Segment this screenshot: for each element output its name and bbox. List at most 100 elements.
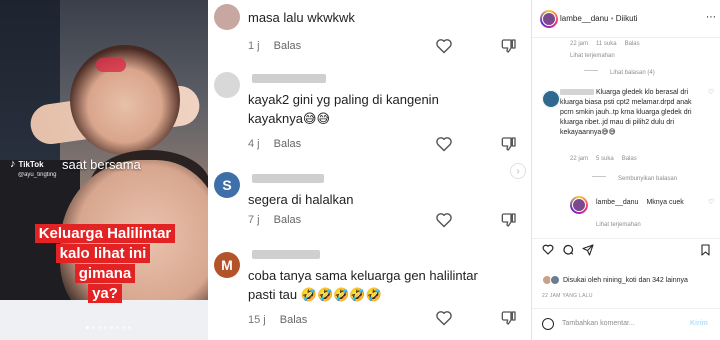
post-timestamp: 22 JAM YANG LALU <box>542 293 593 299</box>
post-account[interactable]: lambe__danu • Diikuti <box>560 14 638 23</box>
reply-button[interactable]: Balas <box>625 41 640 47</box>
comment-body: Kluarga gledek klo berasal dri kluarga b… <box>560 88 700 138</box>
comment-line: kayaknya😅😅 <box>248 111 331 126</box>
carousel-dot[interactable] <box>116 326 119 329</box>
comment-likes[interactable]: 5 suka <box>596 156 614 162</box>
likes-text[interactable]: Disukai oleh nining_koti dan 342 lainnya <box>563 277 688 284</box>
tiktok-logo: ♪ TikTok <box>10 158 44 170</box>
carousel-dots[interactable] <box>86 326 131 329</box>
heart-icon[interactable]: ♡ <box>708 198 714 206</box>
reply-comment: lambe__danu Mknya cuek <box>596 199 684 206</box>
video-caption: saat bersama <box>62 157 141 172</box>
more-options-icon[interactable]: ⋯ <box>706 12 716 23</box>
carousel-dot[interactable] <box>92 326 95 329</box>
avatar[interactable] <box>214 4 240 30</box>
comment-line: coba tanya sama keluarga gen halilintar <box>248 268 478 283</box>
comment-text: coba tanya sama keluarga gen halilintar … <box>248 266 478 304</box>
reply-button[interactable]: Balas <box>274 40 302 52</box>
view-replies-label[interactable]: Lihat balasan (4) <box>610 70 655 76</box>
music-note-icon: ♪ <box>10 158 16 170</box>
avatar <box>550 275 560 285</box>
account-name[interactable]: lambe__danu <box>560 14 608 23</box>
heart-icon[interactable]: ♡ <box>708 88 714 96</box>
comment-meta: 15 j Balas <box>248 314 307 326</box>
like-icon[interactable] <box>542 244 554 255</box>
comment-meta: 7 j Balas <box>248 214 301 226</box>
comment-item: S segera di halalkan 7 j Balas <box>208 162 531 238</box>
reply-button[interactable]: Balas <box>622 156 637 162</box>
likes-summary[interactable]: Disukai oleh nining_koti dan 342 lainnya <box>542 275 688 285</box>
heart-icon[interactable] <box>435 136 453 152</box>
comment-meta: 1 j Balas <box>248 40 301 52</box>
dislike-icon[interactable] <box>501 212 517 228</box>
comment-time: 22 jam <box>570 41 589 47</box>
video-frame[interactable]: ♪ TikTok saat bersama @ayu_tingting Kelu… <box>0 0 208 340</box>
username-redacted <box>560 89 594 96</box>
dislike-icon[interactable] <box>501 136 517 152</box>
follow-status[interactable]: Diikuti <box>616 14 638 23</box>
avatar-letter: M <box>221 257 233 273</box>
avatar[interactable] <box>570 196 588 214</box>
view-replies-link[interactable]: Lihat balasan (4) <box>584 70 655 76</box>
hide-replies-link[interactable]: Sembunyikan balasan <box>592 176 677 182</box>
video-pillow <box>0 300 208 340</box>
add-comment-input[interactable]: Tambahkan komentar... <box>562 320 635 327</box>
translate-label[interactable]: Lihat terjemahan <box>596 222 641 228</box>
dislike-icon[interactable] <box>501 310 517 326</box>
heart-icon[interactable] <box>435 38 453 54</box>
translate-link[interactable]: Lihat terjemahan <box>596 222 641 228</box>
comment-time: 7 j <box>248 214 260 226</box>
reply-button[interactable]: Balas <box>274 214 302 226</box>
avatar[interactable] <box>542 90 560 108</box>
hide-replies-label[interactable]: Sembunyikan balasan <box>618 176 677 182</box>
divider <box>592 176 606 177</box>
scroll-arrow-icon[interactable]: › <box>510 163 526 179</box>
comment-item: kayak2 gini yg paling di kangenin kayakn… <box>208 62 531 162</box>
avatar-letter: S <box>222 177 232 193</box>
reply-button[interactable]: Balas <box>280 314 308 326</box>
comment-time: 1 j <box>248 40 260 52</box>
send-button[interactable]: Kirim <box>690 320 708 327</box>
overlay-line-2: kalo lihat ini gimana <box>55 244 151 283</box>
overlay-line-1: Keluarga Halilintar <box>34 224 176 243</box>
reply-button[interactable]: Balas <box>274 138 302 150</box>
carousel-dot[interactable] <box>86 326 89 329</box>
comment-meta: 22 jam 5 suka Balas <box>570 156 637 162</box>
share-icon[interactable] <box>582 244 594 256</box>
comments-panel: masa lalu wkwkwk 1 j Balas kayak2 gini y… <box>208 0 531 340</box>
heart-icon[interactable] <box>435 310 453 326</box>
avatar[interactable] <box>214 72 240 98</box>
emoji-icon[interactable] <box>542 318 554 330</box>
username-redacted <box>252 250 320 259</box>
screenshot-root: ♪ TikTok saat bersama @ayu_tingting Kelu… <box>0 0 720 340</box>
avatar[interactable] <box>540 10 558 28</box>
carousel-dot[interactable] <box>98 326 101 329</box>
comment-text: kayak2 gini yg paling di kangenin kayakn… <box>248 90 439 128</box>
comment-item: masa lalu wkwkwk 1 j Balas <box>208 0 531 62</box>
carousel-dot[interactable] <box>110 326 113 329</box>
carousel-dot[interactable] <box>122 326 125 329</box>
avatar[interactable]: M <box>214 252 240 278</box>
tiktok-logo-text: TikTok <box>18 159 44 169</box>
heart-icon[interactable] <box>435 212 453 228</box>
post-actions <box>532 238 720 256</box>
carousel-dot[interactable] <box>104 326 107 329</box>
comment-likes[interactable]: 11 suka <box>596 41 617 47</box>
dislike-icon[interactable] <box>501 38 517 54</box>
comment-line: pasti tau 🤣🤣🤣🤣🤣 <box>248 287 382 302</box>
translate-label[interactable]: Lihat terjemahan <box>570 53 615 59</box>
instagram-panel: lambe__danu • Diikuti ⋯ 22 jam 11 suka B… <box>531 0 720 340</box>
comment-line: segera di halalkan <box>248 192 354 207</box>
video-handle: @ayu_tingting <box>18 172 57 178</box>
translate-link[interactable]: Lihat terjemahan <box>570 53 615 59</box>
username-redacted <box>252 174 324 183</box>
reply-username[interactable]: lambe__danu <box>596 199 638 206</box>
comment-line: kayak2 gini yg paling di kangenin <box>248 92 439 107</box>
comment-text: Kluarga gledek klo berasal dri kluarga b… <box>560 89 692 136</box>
avatar[interactable]: S <box>214 172 240 198</box>
comment-icon[interactable] <box>562 244 574 256</box>
carousel-dot[interactable] <box>128 326 131 329</box>
bookmark-icon[interactable] <box>700 244 711 256</box>
comment-meta: 4 j Balas <box>248 138 301 150</box>
comment-item: M coba tanya sama keluarga gen halilinta… <box>208 238 531 340</box>
